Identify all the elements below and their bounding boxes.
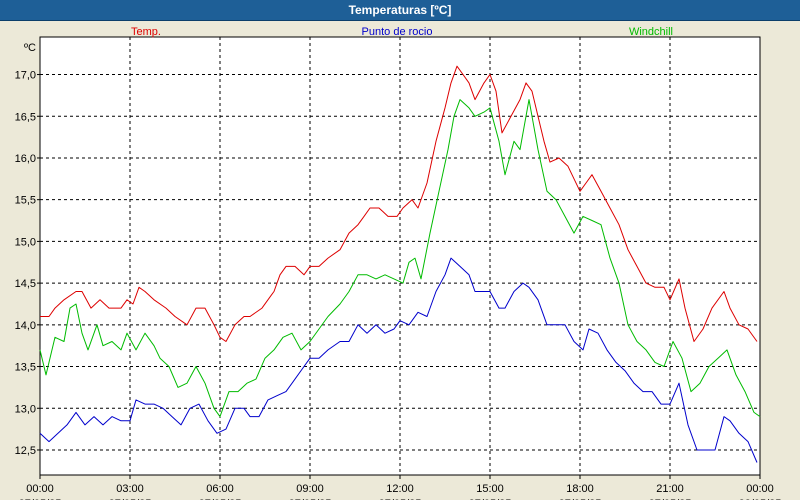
x-tick-time: 12:00 xyxy=(386,483,414,495)
temperature-chart: 17,0 16,5 16,0 15,5 15,0 14,5 14,0 13,5 13,0 12,5… xyxy=(15,26,782,500)
x-tick-time: 00:00 xyxy=(746,483,774,495)
x-tick-time: 18:00 xyxy=(566,483,594,495)
chart-title-bar: Temperaturas [ºC] xyxy=(0,0,800,21)
y-tick-label: 16,5 xyxy=(15,111,36,123)
chart-title: Temperaturas [ºC] xyxy=(348,3,452,17)
y-tick-label: 12,5 xyxy=(15,445,36,457)
x-tick-time: 15:00 xyxy=(476,483,504,495)
x-tick-time: 09:00 xyxy=(296,483,324,495)
y-tick-label: 14,0 xyxy=(15,320,36,332)
x-tick-time: 21:00 xyxy=(656,483,684,495)
y-axis-labels: 17,0 16,5 16,0 15,5 15,0 14,5 14,0 13,5 13,0 12,5… xyxy=(15,42,40,457)
y-tick-label: 17,0 xyxy=(15,70,36,82)
legend-label: Windchill xyxy=(629,26,673,38)
y-tick-label: 13,0 xyxy=(15,403,36,415)
legend-label: Punto de rocio xyxy=(362,26,433,38)
y-tick-label: 15,0 xyxy=(15,236,36,248)
x-axis-labels: 00:0027/05/2503:0027/05/2506:0027/05/250… xyxy=(19,475,781,500)
y-unit-label: ºC xyxy=(24,42,36,54)
legend-label: Temp. xyxy=(131,26,161,38)
y-tick-label: 13,5 xyxy=(15,362,36,374)
y-tick-label: 14,5 xyxy=(15,278,36,290)
x-tick-time: 00:00 xyxy=(26,483,54,495)
chart-window: Temperaturas [ºC] 17,0 16,5 16,0 15,5 15,0 14… xyxy=(0,0,800,500)
x-tick-time: 06:00 xyxy=(206,483,234,495)
x-tick-time: 03:00 xyxy=(116,483,144,495)
y-tick-label: 15,5 xyxy=(15,195,36,207)
y-tick-label: 16,0 xyxy=(15,153,36,165)
legend: Temp. Punto de rocio Windchill xyxy=(131,26,673,38)
